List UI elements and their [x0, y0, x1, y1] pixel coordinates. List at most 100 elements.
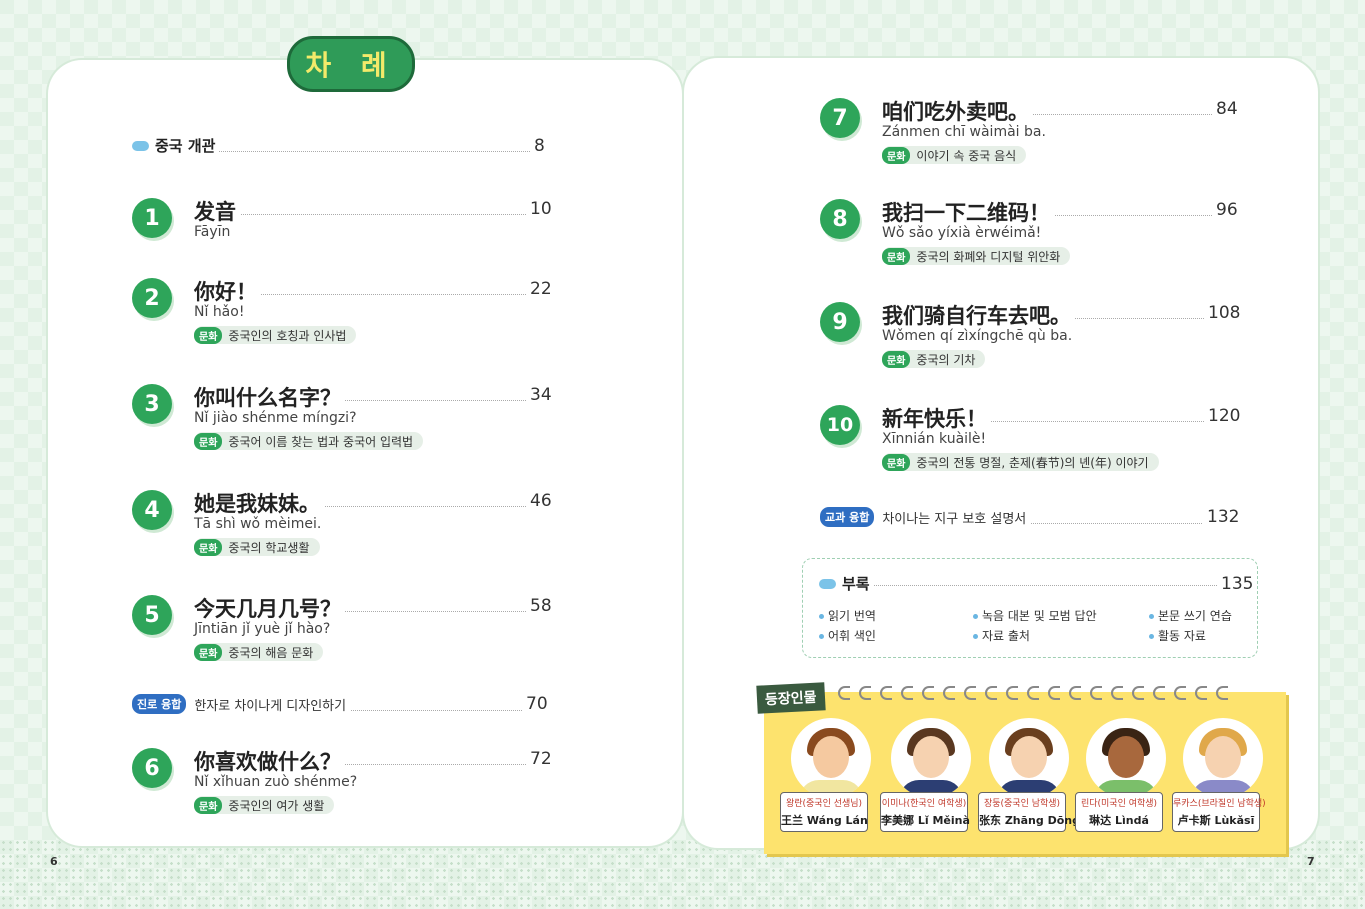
character-chinese-name: 王兰 Wáng Lán	[781, 814, 868, 827]
lesson-title-chinese: 新年快乐！	[882, 403, 991, 433]
lesson-number-badge: 5	[132, 595, 172, 635]
character-card: 장둥(중국인 남학생) 张东 Zhāng Dōng	[978, 718, 1080, 832]
lesson-number-badge: 4	[132, 490, 172, 530]
appendix-item[interactable]: 본문 쓰기 연습	[1149, 607, 1232, 624]
character-portrait	[1086, 718, 1166, 798]
culture-note-text: 중국의 기차	[916, 352, 976, 367]
lesson-title-chinese: 今天几月几号？	[194, 593, 345, 623]
ring-icon	[1132, 686, 1144, 700]
character-face	[1108, 736, 1144, 778]
character-korean-name: 왕란(중국인 선생님)	[785, 799, 863, 809]
lesson-number-badge: 1	[132, 198, 172, 238]
lesson-page-number: 34	[526, 385, 552, 405]
leader-dots	[833, 585, 1233, 586]
character-chinese-name: 琳达 Lìndá	[1089, 814, 1149, 827]
lesson-page-number: 58	[526, 596, 552, 616]
culture-note-text: 중국의 학교생활	[228, 540, 310, 555]
ring-icon	[922, 686, 934, 700]
character-face	[813, 736, 849, 778]
character-korean-name: 장둥(중국인 남학생)	[983, 799, 1061, 809]
culture-note-text: 중국의 해음 문화	[228, 645, 314, 660]
ring-icon	[1111, 686, 1123, 700]
character-name-card: 장둥(중국인 남학생) 张东 Zhāng Dōng	[978, 792, 1080, 832]
character-chinese-name: 张东 Zhāng Dōng	[979, 814, 1080, 827]
lesson-pinyin: Jīntiān jǐ yuè jǐ hào?	[194, 621, 331, 637]
culture-tag: 문화	[882, 247, 911, 265]
ring-icon	[838, 686, 850, 700]
subject-fusion-label: 차이나는 지구 보호 설명서	[882, 511, 1027, 527]
character-card: 린다(미국인 여학생) 琳达 Lìndá	[1075, 718, 1169, 832]
culture-note-text: 중국인의 호칭과 인사법	[228, 328, 347, 343]
culture-note: 문화 중국의 해음 문화	[194, 643, 324, 661]
lesson-pinyin: Fāyīn	[194, 224, 231, 240]
toc-title: 차 례	[305, 49, 397, 82]
subject-fusion-link[interactable]: 교과 융합 차이나는 지구 보호 설명서	[820, 507, 1031, 527]
lesson-title-chinese: 咱们吃外卖吧。	[882, 96, 1033, 126]
ring-icon	[1153, 686, 1165, 700]
lesson-pinyin: Wǒ sǎo yíxià èrwéimǎ!	[882, 225, 1042, 241]
culture-tag: 문화	[882, 146, 911, 164]
character-portrait	[791, 718, 871, 798]
lesson-pinyin: Nǐ hǎo!	[194, 304, 245, 320]
cast-label: 등장인물	[756, 682, 826, 714]
lesson-title-chinese: 发音	[194, 196, 240, 226]
ring-icon	[1048, 686, 1060, 700]
ring-icon	[1006, 686, 1018, 700]
appendix-item[interactable]: 활동 자료	[1149, 627, 1206, 644]
appendix-link[interactable]: 부록	[819, 573, 874, 594]
lesson-pinyin: Tā shì wǒ mèimei.	[194, 516, 322, 532]
ring-icon	[1174, 686, 1186, 700]
page-number-right: 7	[1307, 855, 1315, 868]
lesson-pinyin: Xīnnián kuàilè!	[882, 431, 987, 447]
lesson-title-chinese: 你叫什么名字？	[194, 382, 345, 412]
character-portrait	[1183, 718, 1263, 798]
ring-icon	[1216, 686, 1228, 700]
culture-note-text: 중국인의 여가 생활	[228, 798, 325, 813]
character-korean-name: 루카스(브라질인 남학생)	[1173, 799, 1266, 809]
culture-note: 문화 이야기 속 중국 음식	[882, 146, 1027, 164]
culture-note-text: 중국의 전통 명절, 춘제(春节)의 녠(年) 이야기	[916, 455, 1149, 470]
appendix-item[interactable]: 자료 출처	[973, 627, 1030, 644]
cloud-icon	[819, 578, 836, 589]
lesson-number-badge: 2	[132, 278, 172, 318]
lesson-page-number: 72	[526, 749, 552, 769]
ring-icon	[859, 686, 871, 700]
culture-note: 문화 중국인의 여가 생활	[194, 796, 335, 814]
appendix-label: 부록	[842, 575, 870, 593]
overview-label: 중국 개관	[155, 137, 216, 155]
appendix-item[interactable]: 읽기 번역	[819, 607, 876, 624]
character-card: 이미나(한국인 여학생) 李美娜 Lǐ Měinà	[880, 718, 974, 832]
culture-note: 문화 중국인의 호칭과 인사법	[194, 326, 357, 344]
lesson-number-badge: 8	[820, 199, 860, 239]
overview-link[interactable]: 중국 개관	[132, 135, 220, 156]
character-face	[1205, 736, 1241, 778]
culture-note-text: 중국어 이름 찾는 법과 중국어 입력법	[228, 434, 414, 449]
subject-fusion-tag: 교과 융합	[820, 507, 875, 527]
culture-tag: 문화	[194, 326, 223, 344]
character-card: 루카스(브라질인 남학생) 卢卡斯 Lùkǎsī	[1172, 718, 1266, 832]
lesson-title-chinese: 你好！	[194, 276, 261, 306]
lesson-page-number: 22	[526, 279, 552, 299]
career-fusion-tag: 진로 융합	[132, 694, 187, 714]
culture-note: 문화 중국의 기차	[882, 350, 986, 368]
appendix-item[interactable]: 어휘 색인	[819, 627, 876, 644]
appendix-item[interactable]: 녹음 대본 및 모범 답안	[973, 607, 1097, 624]
left-page	[48, 60, 682, 846]
ring-icon	[985, 686, 997, 700]
character-name-card: 린다(미국인 여학생) 琳达 Lìndá	[1075, 792, 1163, 832]
character-name-card: 루카스(브라질인 남학생) 卢卡斯 Lùkǎsī	[1172, 792, 1266, 832]
character-card: 왕란(중국인 선생님) 王兰 Wáng Lán	[780, 718, 874, 832]
lesson-title-chinese: 我扫一下二维码！	[882, 197, 1054, 227]
lesson-title-chinese: 你喜欢做什么？	[194, 746, 345, 776]
character-portrait	[891, 718, 971, 798]
career-fusion-link[interactable]: 진로 융합 한자로 차이나게 디자인하기	[132, 694, 351, 714]
culture-note-text: 이야기 속 중국 음식	[916, 148, 1017, 163]
lesson-number-badge: 7	[820, 98, 860, 138]
ring-icon	[1069, 686, 1081, 700]
lesson-title-chinese: 她是我妹妹。	[194, 488, 324, 518]
culture-tag: 문화	[194, 432, 223, 450]
ring-icon	[1195, 686, 1207, 700]
page-number-left: 6	[50, 855, 58, 868]
cloud-icon	[132, 140, 149, 151]
lesson-title-chinese: 我们骑自行车去吧。	[882, 300, 1075, 330]
